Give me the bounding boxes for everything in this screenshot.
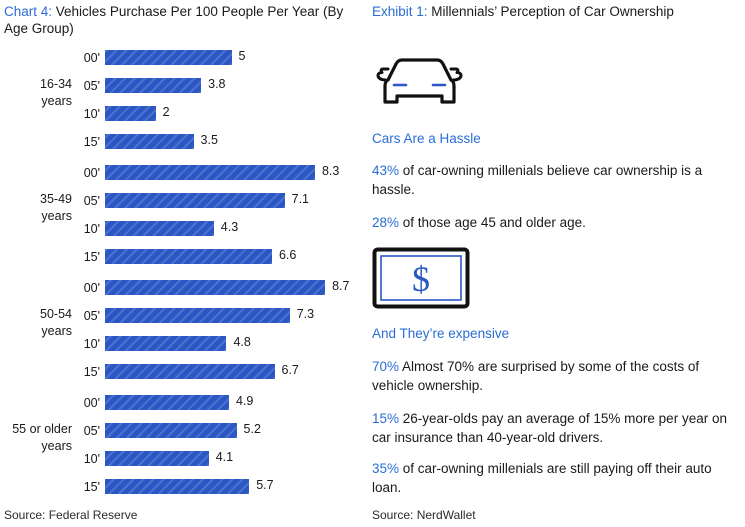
- bar-year-label: 00': [83, 166, 100, 180]
- chart-title-text: Vehicles Purchase Per 100 People Per Yea…: [4, 4, 344, 36]
- bar-row: 15' 5.7: [0, 475, 368, 503]
- bar-year-label: 15': [83, 480, 100, 494]
- bar-year-label: 15': [83, 135, 100, 149]
- exhibit-source: Source: NerdWallet: [372, 508, 476, 522]
- bar: [105, 451, 209, 466]
- bar: [105, 479, 250, 494]
- stat-item: 43% of car-owning millenials believe car…: [372, 161, 732, 199]
- stat-item: 15% 26-year-olds pay an average of 15% m…: [372, 409, 732, 447]
- car-front-icon: [372, 50, 467, 127]
- bar-row: 00' 8.3: [0, 161, 368, 189]
- stat-percent: 15%: [372, 411, 400, 426]
- bar: [105, 336, 227, 351]
- bar-value-label: 4.8: [233, 335, 251, 349]
- stat-percent: 70%: [372, 359, 400, 374]
- section-heading-hassle: Cars Are a Hassle: [372, 131, 481, 146]
- bar-chart: 16-34 years 00' 5 05' 3.8 10' 2 15' 3.5 35-49 years…: [0, 46, 368, 506]
- bar: [105, 395, 229, 410]
- bar-value-label: 4.3: [220, 220, 239, 234]
- bar-row: 00' 4.9: [0, 391, 368, 419]
- bar-year-label: 15': [83, 365, 100, 379]
- bar-value-label: 6.6: [278, 248, 297, 262]
- bar-value-label: 4.1: [215, 450, 234, 464]
- bar-row: 15' 3.5: [0, 130, 368, 158]
- stat-text: of car-owning millenials are still payin…: [372, 461, 712, 495]
- chart-source: Source: Federal Reserve: [4, 508, 138, 522]
- bar-value-label: 3.5: [200, 133, 218, 147]
- bar-value-label: 8.7: [332, 279, 350, 293]
- bar-year-label: 00': [83, 396, 100, 410]
- bar-year-label: 10': [83, 107, 100, 121]
- bar-value-label: 5: [238, 49, 246, 63]
- bar-row: 15' 6.6: [0, 245, 368, 273]
- bar-year-label: 10': [83, 222, 100, 236]
- chart-title-tag: Chart 4:: [4, 4, 53, 19]
- bar-value-label: 7.1: [291, 192, 310, 206]
- bar-year-label: 00': [83, 51, 100, 65]
- bar: [105, 423, 237, 438]
- bar-row: 05' 3.8: [0, 74, 368, 102]
- bar: [105, 193, 285, 208]
- bar: [105, 280, 326, 295]
- bar-row: 15' 6.7: [0, 360, 368, 388]
- stat-percent: 43%: [372, 163, 400, 178]
- bar-row: 10' 2: [0, 102, 368, 130]
- bar-row: 10' 4.3: [0, 217, 368, 245]
- bar-group: 35-49 years 00' 8.3 05' 7.1 10' 4.3 15' 6.6: [0, 161, 368, 276]
- stat-percent: 35%: [372, 461, 400, 476]
- bar: [105, 221, 214, 236]
- stat-text: 26-year-olds pay an average of 15% more …: [372, 411, 727, 445]
- bar-year-label: 05': [83, 79, 100, 93]
- banknote-dollar-icon: $: [372, 247, 470, 314]
- bar: [105, 165, 315, 180]
- stat-text: of car-owning millenials believe car own…: [372, 163, 703, 197]
- bar: [105, 106, 156, 121]
- stat-item: 70% Almost 70% are surprised by some of …: [372, 357, 732, 395]
- exhibit-title-text: Millennials’ Perception of Car Ownership: [427, 4, 674, 19]
- bar-year-label: 15': [83, 250, 100, 264]
- chart-title: Chart 4: Vehicles Purchase Per 100 Peopl…: [4, 3, 362, 37]
- bar-group: 16-34 years 00' 5 05' 3.8 10' 2 15' 3.5: [0, 46, 368, 161]
- bar-row: 05' 7.1: [0, 189, 368, 217]
- bar-year-label: 10': [83, 452, 100, 466]
- bar-value-label: 2: [162, 105, 170, 119]
- bar-year-label: 00': [83, 281, 100, 295]
- bar-value-label: 5.7: [256, 478, 274, 492]
- bar: [105, 308, 290, 323]
- stat-item: 35% of car-owning millenials are still p…: [372, 459, 732, 497]
- stat-text: of those age 45 and older age.: [399, 215, 586, 230]
- bar-value-label: 5.2: [243, 422, 261, 436]
- bar: [105, 78, 202, 93]
- bar-year-label: 05': [83, 424, 100, 438]
- exhibit-title-tag: Exhibit 1:: [372, 4, 428, 19]
- bar-year-label: 10': [83, 337, 100, 351]
- bar-value-label: 6.7: [281, 363, 299, 377]
- bar-year-label: 05': [83, 194, 100, 208]
- bar-group: 55 or older years 00' 4.9 05' 5.2 10' 4.1 15' 5.7: [0, 391, 368, 506]
- bar-row: 00' 8.7: [0, 276, 368, 304]
- bar-row: 10' 4.1: [0, 447, 368, 475]
- bar: [105, 50, 232, 65]
- stat-percent: 28%: [372, 215, 400, 230]
- stat-text: Almost 70% are surprised by some of the …: [372, 359, 700, 393]
- bar-row: 05' 5.2: [0, 419, 368, 447]
- section-heading-expensive: And They’re expensive: [372, 326, 510, 341]
- bar-value-label: 8.3: [321, 164, 340, 178]
- bar: [105, 249, 272, 264]
- bar-row: 05' 7.3: [0, 304, 368, 332]
- bar: [105, 134, 194, 149]
- bar: [105, 364, 275, 379]
- bar-group: 50-54 years 00' 8.7 05' 7.3 10' 4.8 15' 6.7: [0, 276, 368, 391]
- chart-panel: Chart 4: Vehicles Purchase Per 100 Peopl…: [0, 0, 368, 527]
- bar-row: 00' 5: [0, 46, 368, 74]
- svg-text:$: $: [412, 259, 430, 299]
- bar-value-label: 4.9: [235, 394, 254, 408]
- bar-row: 10' 4.8: [0, 332, 368, 360]
- bar-value-label: 3.8: [208, 77, 226, 91]
- exhibit-panel: Exhibit 1: Millennials’ Perception of Ca…: [368, 0, 745, 527]
- exhibit-title: Exhibit 1: Millennials’ Perception of Ca…: [372, 3, 744, 20]
- bar-year-label: 05': [83, 309, 100, 323]
- stat-item: 28% of those age 45 and older age.: [372, 213, 732, 232]
- bar-value-label: 7.3: [296, 307, 315, 321]
